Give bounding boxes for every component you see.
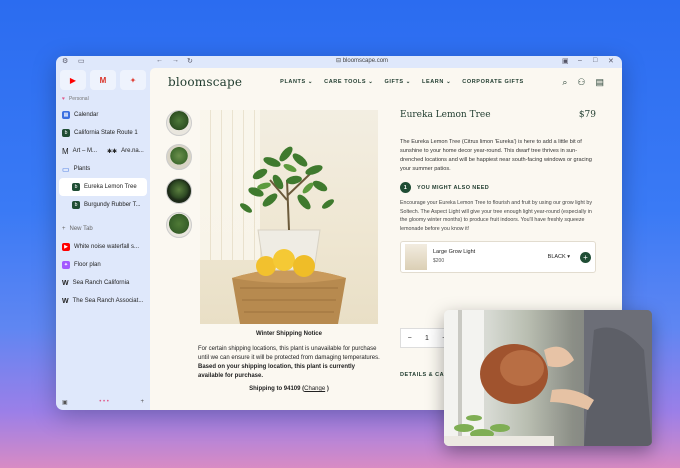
document-icon: b bbox=[62, 129, 70, 137]
back-icon[interactable]: ← bbox=[156, 57, 163, 64]
shipping-title: Winter Shipping Notice bbox=[256, 331, 322, 337]
shipping-text: For certain shipping locations, this pla… bbox=[198, 346, 380, 379]
product-info: Eureka Lemon Tree $79 The Eureka Lemon T… bbox=[400, 110, 596, 273]
plus-icon: + bbox=[62, 226, 66, 232]
cart-icon[interactable]: ▤ bbox=[595, 77, 604, 88]
chevron-down-icon: ▾ bbox=[567, 254, 570, 260]
color-select[interactable]: BLACK ▾ bbox=[548, 254, 570, 260]
figma-icon: ✦ bbox=[62, 261, 70, 269]
url-bar[interactable]: ⊟ bloomscape.com bbox=[336, 57, 388, 64]
sidebar-item-route1[interactable]: b California State Route 1 bbox=[56, 124, 150, 142]
sidebar-tab-waterfall[interactable]: ▶ White noise waterfall s... bbox=[56, 238, 150, 256]
sidebar-footer: ▣ • • • + bbox=[62, 399, 144, 406]
ship-to: Shipping to 94109 (Change ) bbox=[249, 386, 329, 392]
product-thumbnails bbox=[166, 110, 192, 238]
maximize-icon[interactable]: □ bbox=[593, 57, 597, 64]
sidebar-toggle-icon[interactable]: ▭ bbox=[78, 57, 85, 65]
space-label: ♥ Personal bbox=[62, 96, 89, 102]
youtube-icon: ▶ bbox=[69, 75, 77, 85]
product-price: $79 bbox=[578, 110, 596, 120]
pinned-gmail[interactable]: M bbox=[90, 70, 116, 90]
product-image[interactable] bbox=[200, 110, 378, 324]
upsell-step: 1 YOU MIGHT ALSO NEED bbox=[400, 182, 596, 193]
new-tab-button[interactable]: + New Tab bbox=[56, 220, 150, 238]
step-number: 1 bbox=[400, 182, 411, 193]
site-info-icon: ⊟ bbox=[336, 58, 343, 64]
upsell-price: $200 bbox=[433, 258, 445, 264]
product-description: The Eureka Lemon Tree (Citrus limon 'Eur… bbox=[400, 139, 592, 172]
extensions-icon[interactable]: ▣ bbox=[562, 57, 569, 65]
shipping-notice: Winter Shipping Notice For certain shipp… bbox=[198, 330, 380, 394]
youtube-icon: ▶ bbox=[62, 243, 70, 251]
sidebar-item-eureka[interactable]: b Eureka Lemon Tree bbox=[59, 178, 147, 196]
nav-learn[interactable]: LEARN ⌄ bbox=[422, 79, 451, 85]
gmail-icon: M bbox=[99, 75, 107, 85]
details-accordion[interactable]: DETAILS & CA... bbox=[400, 372, 450, 378]
url-text: bloomscape.com bbox=[342, 58, 389, 64]
nav-corporate-gifts[interactable]: CORPORATE GIFTS bbox=[462, 79, 523, 85]
toolbar: ⚙ ▭ ← → ↻ ⊟ bloomscape.com ▣ – □ ✕ bbox=[56, 56, 622, 68]
header-icons: ⌕ ⚇ ▤ bbox=[562, 77, 604, 88]
reload-icon[interactable]: ↻ bbox=[187, 57, 193, 65]
product-header: Eureka Lemon Tree $79 bbox=[400, 110, 596, 120]
quantity-value: 1 bbox=[425, 334, 429, 342]
space-icon: ♥ bbox=[62, 96, 65, 102]
close-icon[interactable]: ✕ bbox=[608, 57, 614, 65]
upsell-info: Large Grow Light $200 bbox=[433, 248, 542, 266]
product-title: Eureka Lemon Tree bbox=[400, 110, 491, 120]
account-icon[interactable]: ⚇ bbox=[577, 77, 585, 88]
site-header: bloomscape PLANTS ⌄ CARE TOOLS ⌄ GIFTS ⌄… bbox=[150, 68, 622, 96]
watering-video-frame bbox=[444, 310, 652, 446]
sidebar: ▶ M ✦ ♥ Personal ▦ Calendar b California … bbox=[56, 68, 150, 410]
art-icon: M bbox=[62, 146, 69, 156]
sidebar-item-calendar[interactable]: ▦ Calendar bbox=[56, 106, 150, 124]
picture-in-picture-video[interactable] bbox=[444, 310, 652, 446]
bloomscape-icon: b bbox=[72, 201, 80, 209]
pinned-tabs: ▶ M ✦ bbox=[56, 68, 150, 92]
upsell-text: Encourage your Eureka Lemon Tree to flou… bbox=[400, 200, 592, 232]
nav-plants[interactable]: PLANTS ⌄ bbox=[280, 79, 313, 85]
calendar-icon: ▦ bbox=[62, 111, 70, 119]
product-thumbnail[interactable] bbox=[166, 110, 192, 136]
bloomscape-icon: b bbox=[72, 183, 80, 191]
folder-icon: ▭ bbox=[62, 164, 70, 174]
shipping-bold: Based on your shipping location, this pl… bbox=[198, 364, 356, 379]
add-upsell-button[interactable]: + bbox=[580, 251, 591, 263]
pinned-figma[interactable]: ✦ bbox=[120, 70, 146, 90]
wiki-icon: W bbox=[62, 279, 69, 287]
search-icon[interactable]: ⌕ bbox=[562, 77, 567, 88]
site-logo[interactable]: bloomscape bbox=[168, 75, 242, 89]
decrement-button[interactable]: − bbox=[408, 335, 412, 342]
spaces-dots-icon[interactable]: • • • bbox=[99, 399, 109, 406]
upsell-name: Large Grow Light bbox=[433, 249, 476, 255]
upsell-card: Large Grow Light $200 BLACK ▾ + bbox=[400, 241, 596, 273]
sidebar-item-burgundy[interactable]: b Burgundy Rubber T... bbox=[56, 196, 150, 214]
forward-icon[interactable]: → bbox=[172, 57, 179, 64]
minimize-icon[interactable]: – bbox=[578, 57, 582, 64]
product-thumbnail[interactable] bbox=[166, 212, 192, 238]
sidebar-tab-association[interactable]: W The Sea Ranch Associat... bbox=[56, 292, 150, 310]
nav-gifts[interactable]: GIFTS ⌄ bbox=[384, 79, 411, 85]
sidebar-tab-searanch[interactable]: W Sea Ranch California bbox=[56, 274, 150, 292]
archive-icon[interactable]: ▣ bbox=[62, 399, 68, 406]
step-title: YOU MIGHT ALSO NEED bbox=[417, 184, 490, 191]
nav-care-tools[interactable]: CARE TOOLS ⌄ bbox=[324, 79, 373, 85]
product-thumbnail[interactable] bbox=[166, 144, 192, 170]
browser-menu-icon[interactable]: ⚙ bbox=[62, 57, 68, 65]
sidebar-item-art[interactable]: M Art – M... ✱✱ Are.na... bbox=[56, 142, 150, 160]
figma-icon: ✦ bbox=[129, 75, 137, 85]
grow-light-image bbox=[405, 244, 427, 270]
lemon-tree-illustration bbox=[232, 146, 346, 324]
change-link[interactable]: Change bbox=[304, 386, 325, 392]
pinned-youtube[interactable]: ▶ bbox=[60, 70, 86, 90]
add-space-icon[interactable]: + bbox=[140, 399, 144, 406]
product-thumbnail[interactable] bbox=[166, 178, 192, 204]
arena-icon: ✱✱ bbox=[107, 148, 118, 155]
sidebar-tab-floorplan[interactable]: ✦ Floor plan bbox=[56, 256, 150, 274]
sidebar-folder-plants[interactable]: ▭ Plants bbox=[56, 160, 150, 178]
wiki-icon: W bbox=[62, 297, 69, 305]
